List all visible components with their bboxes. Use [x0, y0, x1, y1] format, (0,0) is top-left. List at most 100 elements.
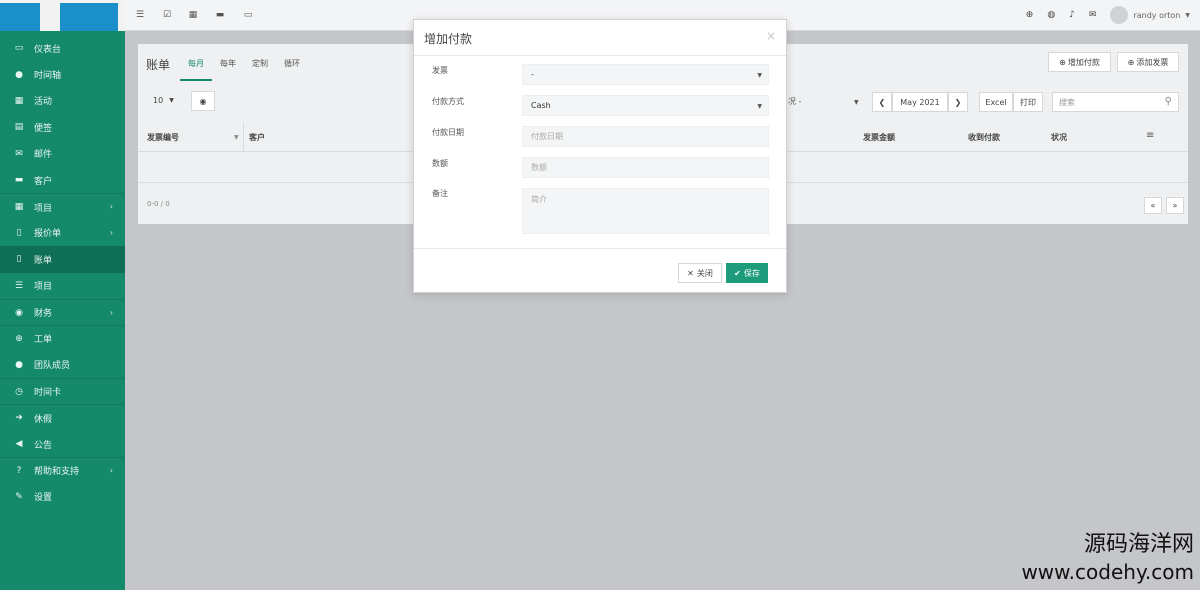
- sidebar-item-3[interactable]: ▤ 便签: [0, 114, 125, 140]
- plus-circle-icon: ⊕: [1127, 57, 1135, 67]
- mail-icon: ✉: [15, 148, 23, 159]
- checkbox-icon[interactable]: ☑: [161, 9, 173, 21]
- sidebar-item-1[interactable]: ● 时间轴: [0, 61, 125, 87]
- chevron-left-icon: ❮: [878, 97, 886, 107]
- briefcase-icon[interactable]: ▬: [214, 9, 226, 21]
- sidebar-item-label: 便签: [34, 123, 53, 134]
- globe-icon[interactable]: ◍: [1047, 10, 1055, 20]
- column-visibility-button[interactable]: ◉: [191, 91, 215, 111]
- sort-caret-icon: ▼: [234, 134, 239, 141]
- tabs: 每月 每年 定制 循环: [180, 48, 308, 81]
- sidebar-item-label: 仪表台: [34, 44, 62, 55]
- add-payment-button[interactable]: ⊕ 增加付款: [1048, 52, 1111, 72]
- column-menu-icon[interactable]: ≡: [1146, 130, 1154, 141]
- close-button[interactable]: ✕ 关闭: [678, 263, 722, 283]
- prev-page-button[interactable]: «: [1144, 197, 1162, 214]
- sidebar-item-5[interactable]: ▬ 客户: [0, 167, 125, 193]
- money-icon: ◉: [15, 307, 23, 318]
- avatar: [1110, 6, 1129, 24]
- col-invoice-no[interactable]: 发票编号: [147, 132, 179, 143]
- sidebar-item-13[interactable]: ◷ 时间卡: [0, 378, 125, 404]
- user-icon: ●: [15, 359, 23, 370]
- question-icon: ?: [16, 465, 22, 476]
- col-status[interactable]: 状况: [1051, 132, 1067, 143]
- next-month-button[interactable]: ❯: [948, 92, 968, 112]
- sidebar-item-16[interactable]: ? 帮助和支持 ›: [0, 457, 125, 483]
- wrench-icon: ✎: [15, 491, 23, 502]
- col-payment-received[interactable]: 收到付款: [968, 132, 1000, 143]
- plus-circle-icon[interactable]: ⊕: [1026, 10, 1034, 20]
- sidebar-item-9[interactable]: ☰ 项目: [0, 273, 125, 299]
- chevron-right-icon: ›: [109, 227, 113, 237]
- close-icon[interactable]: ×: [766, 29, 776, 43]
- sidebar-item-6[interactable]: ▦ 项目 ›: [0, 193, 125, 219]
- chat-icon: ●: [15, 69, 23, 80]
- monitor-icon[interactable]: ▭: [242, 9, 254, 21]
- sidebar-item-15[interactable]: ◀ 公告: [0, 431, 125, 457]
- print-button[interactable]: 打印: [1013, 92, 1043, 112]
- logo[interactable]: [0, 0, 125, 31]
- user-menu[interactable]: randy orton ▼: [1110, 6, 1190, 24]
- grid-icon: ▦: [14, 202, 24, 213]
- sidebar-item-10[interactable]: ◉ 财务 ›: [0, 298, 125, 325]
- menu-toggle-icon[interactable]: ☰: [134, 9, 146, 21]
- tab-monthly[interactable]: 每月: [180, 48, 212, 81]
- caret-down-icon: ▼: [757, 103, 762, 110]
- payment-method-select[interactable]: Cash ▼: [522, 95, 769, 116]
- modal-title: 增加付款: [424, 32, 473, 46]
- invoice-select[interactable]: - ▼: [522, 64, 769, 85]
- amount-input[interactable]: 数额: [522, 157, 769, 178]
- search-icon: ⚲: [1164, 96, 1172, 107]
- sidebar-item-12[interactable]: ● 团队成员: [0, 352, 125, 378]
- lifebuoy-icon: ⊕: [15, 333, 23, 344]
- sidebar-item-label: 工单: [34, 335, 53, 346]
- sidebar-item-7[interactable]: ▯ 报价单 ›: [0, 220, 125, 246]
- grid-icon[interactable]: ▦: [187, 9, 199, 21]
- note-icon: ▤: [14, 122, 24, 133]
- prev-month-button[interactable]: ❮: [872, 92, 892, 112]
- tab-yearly[interactable]: 每年: [212, 48, 244, 81]
- tab-recurring[interactable]: 循环: [276, 48, 308, 81]
- tab-custom[interactable]: 定制: [244, 48, 276, 81]
- chevron-right-icon: ›: [109, 466, 113, 476]
- search-input[interactable]: 搜索 ⚲: [1052, 92, 1179, 112]
- eye-slash-icon: ◉: [199, 96, 207, 106]
- caret-down-icon: ▼: [169, 96, 174, 104]
- list-icon: ☰: [14, 280, 24, 291]
- month-label[interactable]: May 2021: [892, 92, 948, 112]
- add-payment-modal: 增加付款 × 发票 - ▼ 付款方式 Cash ▼ 付款日期 付款日期 数额 数…: [413, 19, 787, 293]
- col-client[interactable]: 客户: [249, 132, 265, 143]
- sidebar: ▭ 仪表台 ● 时间轴 ▦ 活动 ▤ 便签 ✉ 邮件 ▬ 客户 ▦ 项目 › ▯ 报价单 › ▯ 账单 ☰ 项目 ◉ 财务 › ⊕…: [0, 0, 125, 590]
- file-icon: ▯: [16, 254, 22, 265]
- clock-icon: ◷: [15, 386, 23, 397]
- sidebar-item-label: 时间轴: [34, 71, 62, 82]
- sidebar-item-label: 帮助和支持: [34, 467, 80, 478]
- envelope-icon[interactable]: ✉: [1089, 10, 1097, 20]
- page-size-select[interactable]: 10 ▼: [147, 91, 181, 109]
- bell-icon[interactable]: ♪: [1069, 10, 1075, 20]
- sidebar-item-8[interactable]: ▯ 账单: [0, 246, 125, 273]
- sidebar-item-label: 报价单: [34, 229, 62, 240]
- sidebar-item-0[interactable]: ▭ 仪表台: [0, 35, 125, 61]
- briefcase-icon: ▬: [14, 175, 24, 186]
- sidebar-item-14[interactable]: ➜ 休假: [0, 404, 125, 430]
- sidebar-item-label: 休假: [34, 414, 53, 425]
- monitor-icon: ▭: [14, 43, 24, 54]
- sidebar-item-label: 账单: [34, 255, 53, 266]
- amount-label: 数额: [432, 159, 448, 168]
- status-filter[interactable]: 况 - ▼: [788, 96, 859, 107]
- note-textarea[interactable]: 简介: [522, 188, 769, 234]
- watermark-line1: 源码海洋网: [1083, 532, 1194, 557]
- save-button[interactable]: ✔ 保存: [726, 263, 768, 283]
- sidebar-item-17[interactable]: ✎ 设置: [0, 484, 125, 510]
- sidebar-item-4[interactable]: ✉ 邮件: [0, 141, 125, 167]
- sidebar-item-11[interactable]: ⊕ 工单: [0, 325, 125, 351]
- payment-date-input[interactable]: 付款日期: [522, 126, 769, 147]
- check-circle-icon: ✔: [734, 268, 741, 278]
- excel-button[interactable]: Excel: [979, 92, 1013, 112]
- sidebar-item-2[interactable]: ▦ 活动: [0, 88, 125, 114]
- col-invoice-amount[interactable]: 发票金额: [863, 132, 895, 143]
- next-page-button[interactable]: »: [1166, 197, 1184, 214]
- sidebar-item-label: 团队成员: [34, 361, 71, 372]
- add-invoice-button[interactable]: ⊕ 添加发票: [1117, 52, 1179, 72]
